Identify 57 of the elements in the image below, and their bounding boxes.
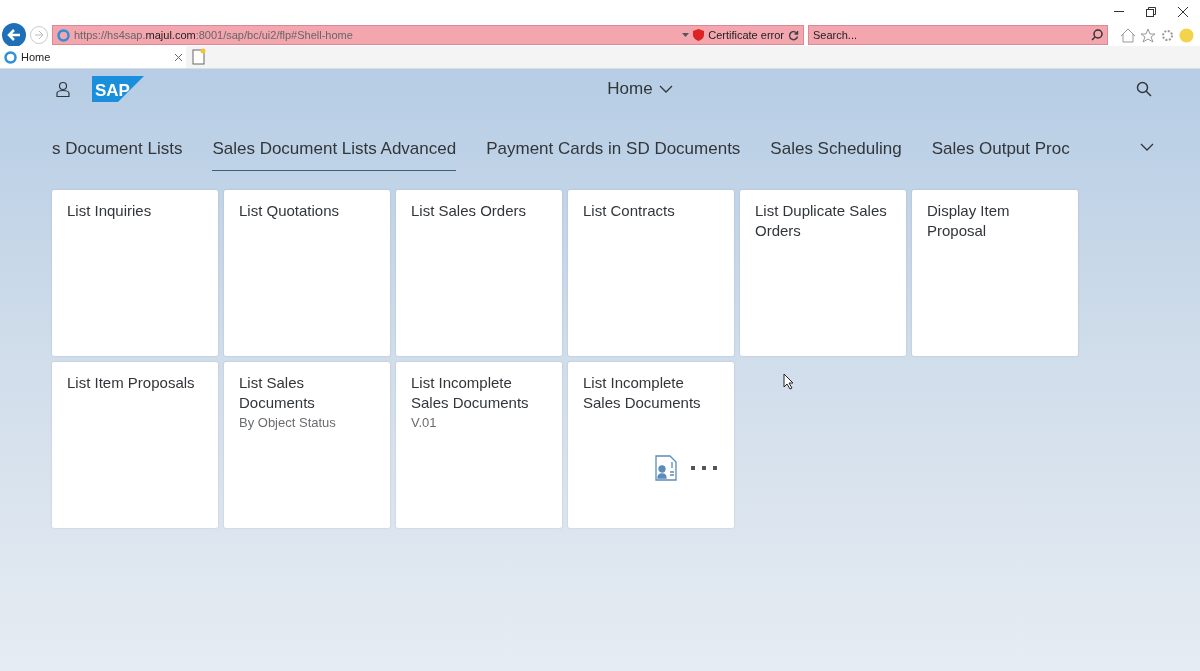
- group-tab[interactable]: Sales Scheduling: [770, 139, 902, 171]
- dropdown-icon[interactable]: [682, 33, 690, 37]
- tile-title: List Sales Orders: [411, 201, 528, 221]
- app-tile[interactable]: List Contracts: [568, 190, 734, 356]
- group-tab[interactable]: s Document Lists: [52, 139, 183, 171]
- app-tile[interactable]: List Sales Orders: [396, 190, 562, 356]
- browser-logo-icon: [4, 50, 17, 64]
- search-icon[interactable]: [1091, 29, 1103, 41]
- close-icon[interactable]: [175, 53, 182, 61]
- tile-title: List Contracts: [583, 201, 676, 221]
- tile-title: List Item Proposals: [67, 373, 196, 393]
- close-icon[interactable]: [1178, 7, 1188, 17]
- app-tile[interactable]: List Duplicate Sales Orders: [740, 190, 906, 356]
- chevron-down-icon: [658, 85, 673, 93]
- more-icon[interactable]: [691, 466, 717, 470]
- home-title-button[interactable]: Home: [607, 79, 673, 99]
- error-shield-icon: [693, 29, 705, 41]
- star-icon[interactable]: [1140, 27, 1156, 43]
- tile-title: List Incomplete Sales Documents: [411, 373, 530, 413]
- minimize-icon[interactable]: [1114, 11, 1124, 13]
- tile-title: Display Item Proposal: [927, 201, 1011, 241]
- user-icon[interactable]: [56, 81, 70, 97]
- search-icon[interactable]: [1136, 81, 1152, 97]
- tile-title: List Quotations: [239, 201, 341, 221]
- group-tab[interactable]: Sales Document Lists Advanced: [212, 139, 457, 171]
- mouse-cursor-icon: [783, 373, 795, 390]
- forward-arrow-icon: [34, 30, 44, 40]
- tile-title: List Sales Documents: [239, 373, 316, 413]
- tile-subtitle: V.01: [411, 415, 438, 430]
- restore-icon[interactable]: [1146, 7, 1156, 17]
- app-tile[interactable]: List Item Proposals: [52, 362, 218, 528]
- document-person-icon: [655, 455, 677, 481]
- back-arrow-icon: [7, 28, 21, 42]
- app-tile[interactable]: Display Item Proposal: [912, 190, 1078, 356]
- app-tile[interactable]: List Sales Documents By Object Status: [224, 362, 390, 528]
- tile-subtitle: By Object Status: [239, 415, 337, 430]
- app-tile[interactable]: List Quotations: [224, 190, 390, 356]
- tile-title: List Inquiries: [67, 201, 153, 221]
- back-button[interactable]: [2, 23, 26, 47]
- tile-title: List Incomplete Sales Documents: [583, 373, 702, 413]
- browser-logo-icon: [57, 28, 70, 42]
- search-field[interactable]: Search...: [808, 25, 1108, 45]
- logo-icon: SAP: [92, 76, 144, 102]
- group-tab[interactable]: Sales Output Proc: [931, 139, 1070, 171]
- home-icon[interactable]: [1120, 27, 1136, 43]
- group-tab[interactable]: Payment Cards in SD Documents: [486, 139, 741, 171]
- settings-icon[interactable]: [1160, 27, 1175, 43]
- refresh-icon[interactable]: [788, 29, 799, 41]
- address-bar[interactable]: https://hs4sap.majul.com:8001/sap/bc/ui2/flp#Shell-home Certificate error: [52, 25, 804, 45]
- app-tile[interactable]: List Incomplete Sales Documents V.01: [396, 362, 562, 528]
- chevron-down-icon[interactable]: [1140, 143, 1154, 151]
- app-tile[interactable]: List Incomplete Sales Documents: [568, 362, 734, 528]
- app-tile[interactable]: List Inquiries: [52, 190, 218, 356]
- certificate-error-text[interactable]: Certificate error: [708, 29, 784, 41]
- tile-title: List Duplicate Sales Orders: [755, 201, 888, 241]
- url-text: https://hs4sap.majul.com:8001/sap/bc/ui2/flp#Shell-home: [74, 29, 354, 41]
- browser-tab[interactable]: Home: [0, 46, 186, 68]
